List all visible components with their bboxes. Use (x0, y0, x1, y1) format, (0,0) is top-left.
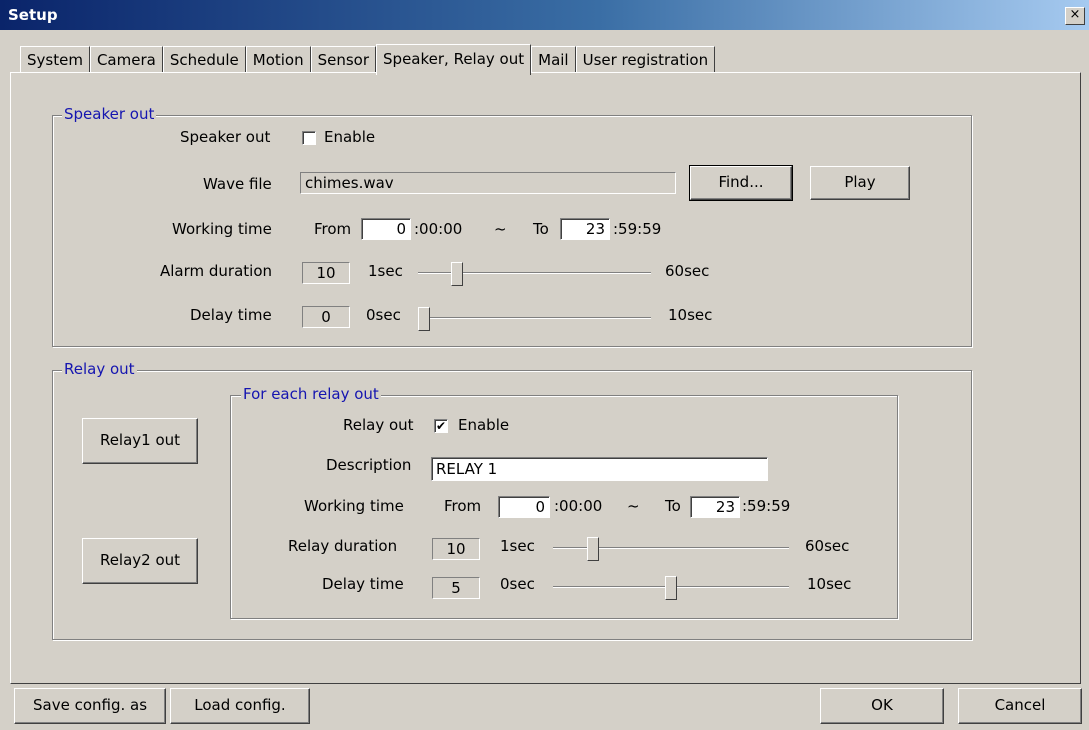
relay-delay-time-label: Delay time (322, 575, 404, 593)
wave-file-label: Wave file (203, 175, 272, 193)
relay-to-input[interactable]: 23 (690, 496, 740, 518)
relay-duration-slider-thumb[interactable] (586, 537, 599, 561)
tab-sensor[interactable]: Sensor (310, 46, 377, 73)
speaker-from-label: From (314, 220, 352, 238)
cancel-button[interactable]: Cancel (958, 688, 1082, 724)
relay-delay-min-label: 0sec (500, 575, 535, 593)
tab-schedule[interactable]: Schedule (162, 46, 246, 73)
wave-file-field: chimes.wav (300, 172, 676, 194)
speaker-from-input[interactable]: 0 (361, 218, 411, 240)
description-input[interactable]: RELAY 1 (431, 457, 768, 481)
title-bar (0, 0, 1089, 30)
speaker-delay-max-label: 10sec (668, 306, 713, 324)
ok-button[interactable]: OK (820, 688, 944, 724)
relay-out-group-title: Relay out (62, 360, 137, 378)
load-config-button[interactable]: Load config. (170, 688, 310, 724)
relay-enable-label: Enable (458, 416, 510, 434)
alarm-max-label: 60sec (665, 262, 710, 280)
alarm-duration-value: 10 (302, 262, 350, 284)
relay-from-label: From (444, 497, 482, 515)
for-each-relay-group-title: For each relay out (241, 385, 381, 403)
speaker-out-group-title: Speaker out (62, 105, 157, 123)
relay1-out-button[interactable]: Relay1 out (82, 418, 198, 464)
play-button[interactable]: Play (810, 166, 910, 200)
speaker-delay-time-value: 0 (302, 306, 350, 328)
alarm-min-label: 1sec (368, 262, 403, 280)
relay-duration-value: 10 (432, 538, 480, 560)
relay-delay-slider-thumb[interactable] (665, 576, 677, 600)
relay-delay-max-label: 10sec (807, 575, 852, 593)
close-button[interactable]: × (1065, 7, 1085, 25)
relay-delay-time-value: 5 (432, 577, 480, 599)
relay-working-time-label: Working time (304, 497, 404, 515)
find-button[interactable]: Find... (689, 165, 793, 201)
speaker-delay-min-label: 0sec (366, 306, 401, 324)
save-config-button[interactable]: Save config. as (14, 688, 166, 724)
relay-max-label: 60sec (805, 537, 850, 555)
speaker-delay-slider-track[interactable] (418, 317, 651, 319)
speaker-tilde: ~ (494, 220, 507, 238)
tab-mail[interactable]: Mail (531, 46, 576, 73)
speaker-enable-label: Enable (324, 128, 376, 146)
speaker-to-input[interactable]: 23 (560, 218, 610, 240)
speaker-from-suffix: :00:00 (414, 220, 463, 238)
tab-bar: System Camera Schedule Motion Sensor Speaker,… (20, 44, 716, 75)
tab-user-registration[interactable]: User registration (575, 46, 716, 73)
speaker-to-suffix: :59:59 (613, 220, 662, 238)
relay-to-label: To (665, 497, 681, 515)
tab-camera[interactable]: Camera (89, 46, 163, 73)
tab-system[interactable]: System (20, 46, 90, 73)
relay-tilde: ~ (627, 497, 640, 515)
speaker-to-label: To (533, 220, 549, 238)
window-title: Setup (8, 6, 58, 24)
relay-to-suffix: :59:59 (742, 497, 791, 515)
speaker-delay-time-label: Delay time (190, 306, 272, 324)
relay-out-label: Relay out (343, 416, 414, 434)
relay-duration-label: Relay duration (288, 537, 398, 555)
alarm-duration-label: Alarm duration (160, 262, 273, 280)
relay-from-input[interactable]: 0 (498, 496, 550, 518)
description-label: Description (326, 456, 412, 474)
speaker-out-label: Speaker out (180, 128, 271, 146)
tab-motion[interactable]: Motion (245, 46, 311, 73)
speaker-delay-slider-thumb[interactable] (418, 307, 430, 331)
speaker-enable-checkbox[interactable] (302, 131, 316, 145)
relay-from-suffix: :00:00 (554, 497, 603, 515)
relay-enable-checkbox[interactable]: ✔ (434, 419, 448, 433)
speaker-working-time-label: Working time (172, 220, 272, 238)
tab-speaker-relay-out[interactable]: Speaker, Relay out (376, 44, 532, 75)
relay-min-label: 1sec (500, 537, 535, 555)
alarm-slider-thumb[interactable] (451, 262, 464, 286)
relay2-out-button[interactable]: Relay2 out (82, 538, 198, 584)
